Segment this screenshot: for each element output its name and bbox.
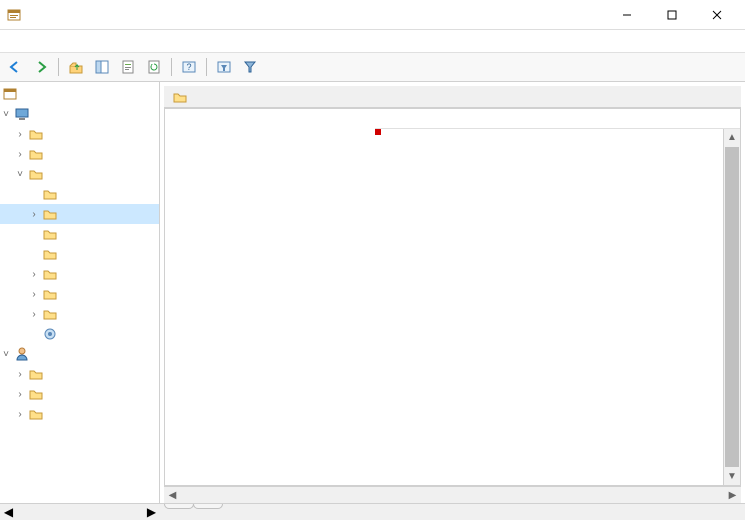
horizontal-scrollbar-left[interactable]: ◀ ▶	[0, 504, 160, 520]
computer-icon	[14, 106, 30, 122]
folder-icon	[28, 146, 44, 162]
refresh-button[interactable]	[143, 56, 165, 78]
collapse-icon[interactable]: ˅	[0, 348, 12, 360]
tree-printers[interactable]	[0, 224, 159, 244]
folder-icon	[28, 366, 44, 382]
menubar	[0, 30, 745, 52]
folder-icon	[172, 89, 188, 105]
forward-button[interactable]	[30, 56, 52, 78]
nav-tree[interactable]: ˅ › › ˅ ›	[0, 82, 160, 503]
settings-list-panel: ▲ ▼	[375, 109, 740, 485]
expand-icon[interactable]: ›	[14, 388, 26, 400]
folder-icon	[42, 206, 58, 222]
menu-view[interactable]	[38, 39, 50, 43]
folder-icon	[28, 406, 44, 422]
minimize-button[interactable]	[604, 1, 649, 29]
show-hide-button[interactable]	[91, 56, 113, 78]
tree-system[interactable]: ›	[0, 304, 159, 324]
folder-icon	[42, 186, 58, 202]
tree-computer-config[interactable]: ˅	[0, 104, 159, 124]
tree-root[interactable]	[0, 84, 159, 104]
vertical-scrollbar[interactable]: ▲ ▼	[723, 129, 740, 485]
help-button[interactable]: ?	[178, 56, 200, 78]
expand-icon[interactable]: ›	[28, 208, 40, 220]
folder-icon	[42, 286, 58, 302]
right-pane: ▲ ▼ ◀ ▶	[160, 82, 745, 503]
user-icon	[14, 346, 30, 362]
breadcrumb	[164, 86, 741, 108]
collapse-icon[interactable]: ˅	[14, 168, 26, 180]
settings-icon	[42, 326, 58, 342]
tree-start-menu[interactable]	[0, 184, 159, 204]
expand-icon[interactable]: ›	[14, 408, 26, 420]
tree-windows-components[interactable]: ›	[0, 204, 159, 224]
tree-admin-templates[interactable]: ˅	[0, 164, 159, 184]
horizontal-scrollbar-right[interactable]: ◀ ▶	[164, 486, 741, 503]
column-header-settings[interactable]	[375, 109, 740, 129]
tree-software-settings[interactable]: ›	[0, 124, 159, 144]
body-split: ˅ › › ˅ ›	[0, 82, 745, 503]
expand-icon[interactable]: ›	[28, 308, 40, 320]
titlebar	[0, 0, 745, 30]
toolbar: ?	[0, 52, 745, 82]
tree-windows-settings[interactable]: ›	[0, 144, 159, 164]
tree-user-admin[interactable]: ›	[0, 404, 159, 424]
expand-icon[interactable]: ›	[14, 148, 26, 160]
expand-icon[interactable]: ›	[14, 368, 26, 380]
scroll-left-icon[interactable]: ◀	[0, 505, 17, 519]
expand-icon[interactable]: ›	[28, 268, 40, 280]
tree-server[interactable]	[0, 244, 159, 264]
tab-standard[interactable]	[193, 504, 223, 509]
tab-extended[interactable]	[164, 504, 194, 509]
folder-icon	[42, 306, 58, 322]
expand-icon[interactable]: ›	[28, 288, 40, 300]
folder-icon	[42, 246, 58, 262]
description-panel	[165, 109, 375, 485]
folder-icon	[42, 266, 58, 282]
scroll-right-icon[interactable]: ▶	[724, 487, 741, 504]
tree-user-windows[interactable]: ›	[0, 384, 159, 404]
svg-text:?: ?	[186, 62, 191, 72]
expand-icon[interactable]: ›	[14, 128, 26, 140]
maximize-button[interactable]	[649, 1, 694, 29]
properties-button[interactable]	[117, 56, 139, 78]
tree-network[interactable]: ›	[0, 284, 159, 304]
folder-icon	[42, 226, 58, 242]
scroll-up-icon[interactable]: ▲	[724, 129, 740, 146]
back-button[interactable]	[4, 56, 26, 78]
scroll-down-icon[interactable]: ▼	[724, 468, 740, 485]
gpedit-icon	[6, 7, 22, 23]
scroll-right-icon[interactable]: ▶	[143, 505, 160, 519]
gpedit-icon	[2, 86, 18, 102]
menu-action[interactable]	[22, 39, 34, 43]
tree-user-config[interactable]: ˅	[0, 344, 159, 364]
tree-control-panel[interactable]: ›	[0, 264, 159, 284]
close-button[interactable]	[694, 1, 739, 29]
scroll-thumb[interactable]	[725, 147, 739, 467]
tree-user-software[interactable]: ›	[0, 364, 159, 384]
filter-icon[interactable]	[239, 56, 261, 78]
bottom-bar: ◀ ▶	[0, 503, 745, 520]
tree-all-settings[interactable]	[0, 324, 159, 344]
collapse-icon[interactable]: ˅	[0, 108, 12, 120]
folder-icon	[28, 386, 44, 402]
menu-file[interactable]	[6, 39, 18, 43]
folder-icon	[28, 166, 44, 182]
menu-help[interactable]	[54, 39, 66, 43]
scroll-left-icon[interactable]: ◀	[164, 487, 181, 504]
folder-icon	[28, 126, 44, 142]
filter-options-icon[interactable]	[213, 56, 235, 78]
up-button[interactable]	[65, 56, 87, 78]
highlight-box	[375, 129, 381, 135]
